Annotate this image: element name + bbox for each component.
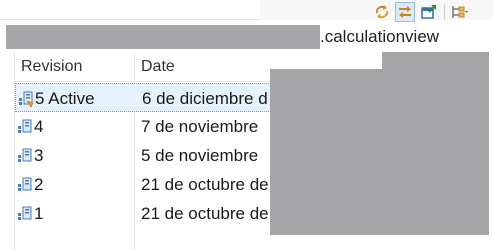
date-cell: 5 de noviembre: [141, 146, 259, 165]
date-cell: 21 de octubre de: [141, 204, 269, 223]
column-header-date[interactable]: Date: [141, 57, 175, 77]
editor-tab-area: [0, 0, 260, 20]
active-revision-icon: [19, 91, 34, 108]
revision-cell: 5 Active: [18, 88, 95, 109]
sync-button[interactable]: [372, 2, 392, 22]
file-name-bar: .calculationview: [0, 24, 493, 49]
column-header-revision[interactable]: Revision: [21, 57, 82, 77]
link-with-editor-icon: [399, 6, 411, 18]
date-cell: 7 de noviembre: [141, 117, 259, 136]
redacted-region-right: [382, 52, 489, 235]
revision-icon: [18, 119, 32, 133]
revision-cell: 4: [17, 116, 43, 137]
redacted-file-path: [6, 25, 320, 49]
revision-icon: [18, 148, 32, 162]
revision-label: 1: [34, 204, 44, 223]
file-name-suffix: .calculationview: [320, 27, 440, 46]
redacted-region-left: [270, 69, 382, 235]
revision-label: 5 Active: [35, 89, 95, 108]
open-compare-icon: [421, 5, 436, 19]
revision-label: 3: [34, 146, 44, 165]
collapse-menu-icon: [452, 6, 468, 18]
revision-cell: 1: [17, 203, 43, 224]
revision-icon: [18, 206, 32, 220]
revision-icon: [18, 177, 32, 191]
link-with-editor-button[interactable]: [395, 2, 415, 22]
revision-cell: 3: [17, 145, 43, 166]
open-compare-button[interactable]: [419, 2, 439, 22]
revision-cell: 2: [17, 174, 43, 195]
collapse-menu-button[interactable]: [450, 2, 470, 22]
toolbar-separator: [444, 4, 445, 20]
sync-icon: [375, 5, 389, 19]
date-cell: 21 de octubre de: [141, 175, 269, 194]
date-cell: 6 de diciembre d: [142, 89, 268, 108]
revision-label: 4: [34, 117, 44, 136]
revision-label: 2: [34, 175, 44, 194]
toolbar: [0, 0, 493, 22]
